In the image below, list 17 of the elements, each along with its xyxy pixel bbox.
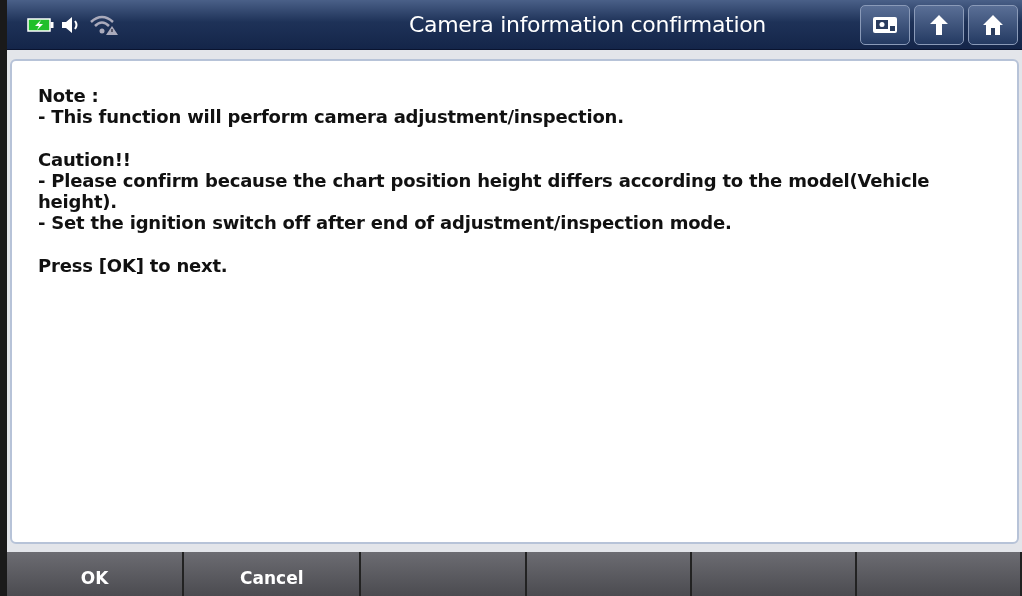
message-text: - Set the ignition switch off after end of adjustment/inspection mode. [38,212,733,233]
message-text: - Please confirm because the chart position height differs according to the model(Vehicle height). [38,170,931,212]
window-title: Camera information confirmation [407,12,768,37]
back-button[interactable] [914,4,964,45]
home-button[interactable] [968,4,1018,45]
ok-button[interactable]: OK [7,552,185,596]
up-arrow-icon [928,13,950,36]
home-icon [982,13,1004,36]
wifi-warning-icon [89,13,119,36]
action-button[interactable]: Cancel [184,552,362,596]
message-text: - This function will perform camera adjustment/inspection. [38,106,625,127]
screen-capture-button[interactable] [860,4,910,45]
camera-screen-icon [872,14,898,35]
message-text: Caution!! [38,149,132,170]
battery-charging-icon [27,17,55,32]
message-text: Press [OK] to next. [38,255,229,276]
message-text: Note : [38,85,100,106]
